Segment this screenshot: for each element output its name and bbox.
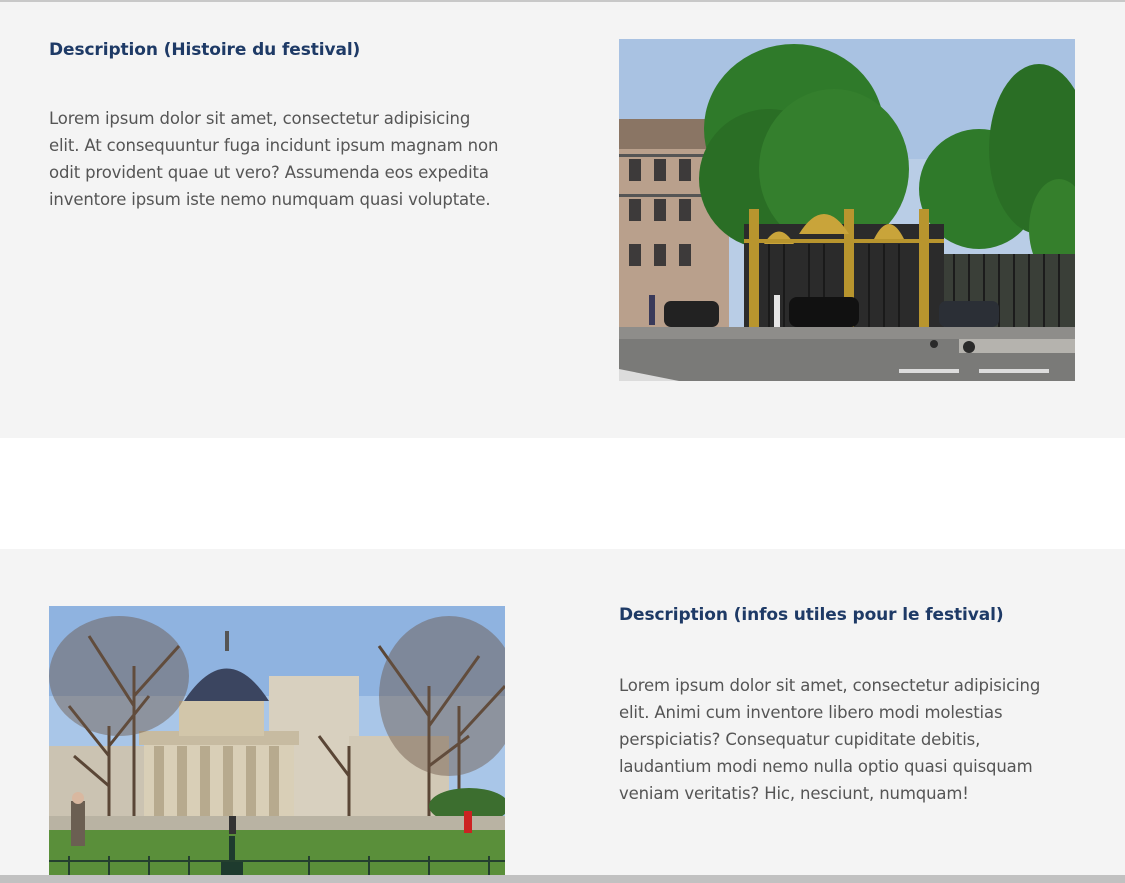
- horizontal-scrollbar[interactable]: [0, 875, 1125, 883]
- section-description: Lorem ipsum dolor sit amet, consectetur …: [49, 109, 499, 209]
- festival-history-section: Description (Histoire du festival) Lorem…: [0, 2, 1125, 438]
- festival-info-section: Description (infos utiles pour le festiv…: [0, 549, 1125, 875]
- section-title: Description (infos utiles pour le festiv…: [619, 605, 1004, 625]
- rotunda-park-photo: [49, 606, 505, 875]
- park-gate-photo: [619, 39, 1075, 381]
- section-title: Description (Histoire du festival): [49, 40, 361, 60]
- section-description: Lorem ipsum dolor sit amet, consectetur …: [619, 676, 1041, 803]
